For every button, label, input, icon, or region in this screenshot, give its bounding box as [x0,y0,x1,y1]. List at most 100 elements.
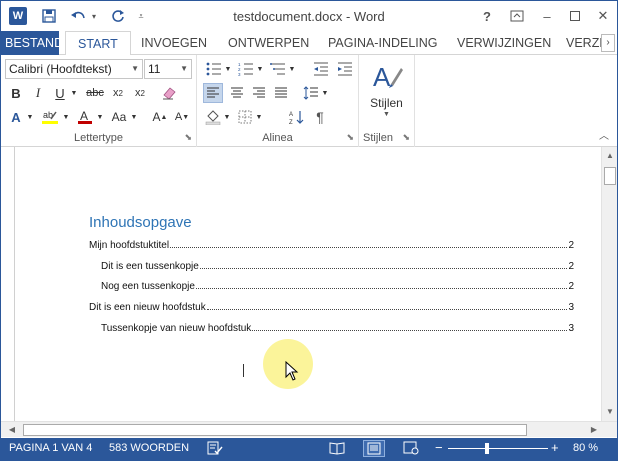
scroll-up-icon[interactable]: ▲ [602,149,618,163]
vertical-scroll-thumb[interactable] [604,167,616,185]
multilevel-dropdown-icon[interactable]: ▼ [288,59,296,79]
dialog-launcher-icon[interactable]: ⬊ [184,132,192,143]
font-color-button[interactable]: A [75,107,95,127]
decrease-indent-button[interactable] [311,59,331,79]
shading-button[interactable] [203,107,223,127]
tab-bestand[interactable]: BESTAND [1,31,63,55]
help-button[interactable]: ? [475,6,499,26]
vertical-scrollbar[interactable]: ▲ ▼ [601,147,617,421]
toc-entry[interactable]: Dit is een nieuw hoofdstuk 3 [89,299,574,313]
increase-indent-icon [338,62,352,76]
toc-entry[interactable]: Nog een tussenkopje 2 [101,278,574,292]
dialog-launcher-icon[interactable]: ⬊ [346,132,354,143]
ribbon-display-options-button[interactable] [505,6,529,26]
shading-dropdown-icon[interactable]: ▼ [223,107,231,127]
numbering-dropdown-icon[interactable]: ▼ [256,59,264,79]
styles-button-label[interactable]: Stijlen [359,96,414,110]
tab-scroll-right-icon[interactable]: › [601,34,615,52]
proofing-status-icon[interactable] [207,441,223,458]
styles-icon: A [373,62,403,92]
change-case-button[interactable]: Aa [109,107,129,127]
scroll-right-icon[interactable]: ▶ [587,422,601,438]
align-center-button[interactable] [227,83,247,103]
sort-button[interactable]: AZ [287,107,307,127]
status-bar: PAGINA 1 VAN 4 583 WOORDEN − + 80 % [1,438,617,460]
styles-gallery-button[interactable]: A [369,59,405,93]
toc-entry[interactable]: Mijn hoofdstuktitel 2 [89,237,574,251]
font-group-label: Lettertype [74,132,123,144]
increase-indent-button[interactable] [335,59,355,79]
maximize-button[interactable] [563,6,587,26]
text-effects-button[interactable]: A [7,107,25,127]
subscript-button[interactable]: x2 [109,83,127,103]
line-spacing-button[interactable] [301,83,321,103]
svg-text:Z: Z [289,120,293,125]
read-mode-icon[interactable] [329,441,345,458]
borders-dropdown-icon[interactable]: ▼ [255,107,263,127]
page-counter[interactable]: PAGINA 1 VAN 4 [9,442,92,454]
paint-bucket-icon [205,110,221,125]
underline-button[interactable]: U [51,83,69,103]
zoom-slider-track[interactable] [448,448,548,449]
web-layout-icon[interactable] [403,441,419,458]
highlight-dropdown-icon[interactable]: ▼ [61,107,71,127]
clear-formatting-button[interactable] [159,83,179,103]
zoom-level[interactable]: 80 % [573,442,598,454]
zoom-in-icon[interactable]: + [551,440,559,455]
borders-button[interactable] [235,107,255,127]
change-case-dropdown-icon[interactable]: ▼ [129,107,139,127]
tab-invoegen[interactable]: INVOEGEN [141,31,207,55]
text-effects-dropdown-icon[interactable]: ▼ [25,107,35,127]
minimize-button[interactable]: – [535,6,559,26]
shrink-font-button[interactable]: A ▼ [173,107,191,127]
strikethrough-button[interactable]: abc [83,83,107,103]
sort-icon: AZ [289,111,304,125]
tab-pagina-indeling[interactable]: PAGINA-INDELING [328,31,438,55]
zoom-slider-thumb[interactable] [485,443,489,454]
font-size-select[interactable]: 11 ▼ [144,59,192,79]
superscript-button[interactable]: x2 [131,83,149,103]
horizontal-scroll-thumb[interactable] [23,424,527,436]
bold-button[interactable]: B [7,83,25,103]
show-formatting-marks-icon[interactable]: ¶ [311,107,329,127]
align-left-button[interactable] [203,83,223,103]
underline-dropdown-icon[interactable]: ▼ [69,83,79,103]
bullet-list-icon [206,62,221,76]
line-spacing-dropdown-icon[interactable]: ▼ [321,83,329,103]
dialog-launcher-icon[interactable]: ⬊ [402,132,410,143]
highlight-color-button[interactable]: ab [39,107,61,127]
bullets-dropdown-icon[interactable]: ▼ [224,59,232,79]
print-layout-button[interactable] [363,440,385,457]
line-spacing-icon [303,86,318,100]
italic-button[interactable]: I [29,83,47,103]
tab-start[interactable]: START [65,31,131,56]
multilevel-list-button[interactable] [267,59,289,79]
page-edge [14,147,15,421]
scroll-left-icon[interactable]: ◀ [5,422,19,438]
zoom-out-icon[interactable]: − [435,440,443,455]
font-family-select[interactable]: Calibri (Hoofdtekst) ▼ [5,59,143,79]
tab-ontwerpen[interactable]: ONTWERPEN [228,31,309,55]
close-button[interactable]: ✕ [591,6,615,26]
horizontal-scrollbar[interactable]: ◀ ▶ [1,421,617,437]
toc-entry-text: Tussenkopje van nieuw hoofdstuk [101,323,252,334]
toc-entry[interactable]: Tussenkopje van nieuw hoofdstuk 3 [101,320,574,334]
word-count[interactable]: 583 WOORDEN [109,442,189,454]
bullets-button[interactable] [203,59,225,79]
justify-button[interactable] [271,83,291,103]
toc-entry[interactable]: Dit is een tussenkopje 2 [101,258,574,272]
grow-font-button[interactable]: A ▲ [151,107,169,127]
collapse-ribbon-icon[interactable]: ︿ [599,127,609,142]
numbering-button[interactable]: 123 [235,59,257,79]
align-right-button[interactable] [249,83,269,103]
svg-text:A: A [80,109,88,123]
toc-title[interactable]: Inhoudsopgave [89,214,192,231]
tab-verzendlijsten[interactable]: VERZEN [566,31,602,55]
font-family-value: Calibri (Hoofdtekst) [9,62,112,76]
toc-entry-page: 2 [568,261,574,272]
document-area[interactable]: Inhoudsopgave Mijn hoofdstuktitel 2 Dit … [1,147,601,421]
tab-verwijzingen[interactable]: VERWIJZINGEN [457,31,551,55]
scroll-down-icon[interactable]: ▼ [602,405,618,419]
font-color-dropdown-icon[interactable]: ▼ [95,107,105,127]
styles-dropdown-icon[interactable]: ▼ [359,111,414,118]
